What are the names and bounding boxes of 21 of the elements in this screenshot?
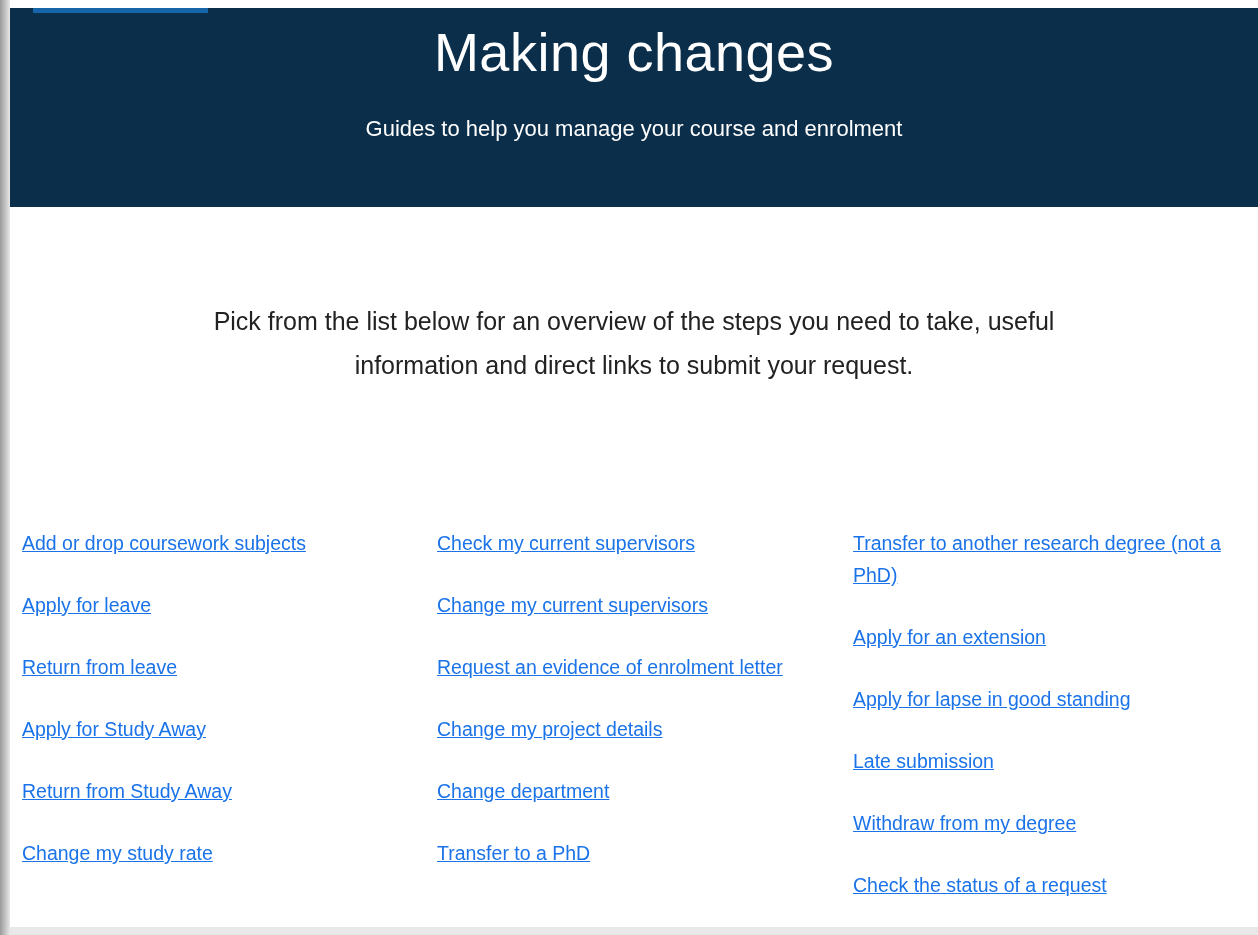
- guide-link[interactable]: Withdraw from my degree: [853, 807, 1077, 839]
- guide-link[interactable]: Return from leave: [22, 651, 177, 683]
- guide-link[interactable]: Late submission: [853, 745, 994, 777]
- guide-link[interactable]: Change my current supervisors: [437, 589, 708, 621]
- guide-link[interactable]: Request an evidence of enrolment letter: [437, 651, 783, 683]
- guide-link[interactable]: Apply for an extension: [853, 621, 1046, 653]
- guide-link[interactable]: Transfer to a PhD: [437, 837, 591, 869]
- guide-link[interactable]: Change my project details: [437, 713, 663, 745]
- guide-link[interactable]: Check my current supervisors: [437, 527, 695, 559]
- guide-link[interactable]: Change my study rate: [22, 837, 213, 869]
- guide-link[interactable]: Apply for leave: [22, 589, 151, 621]
- guide-link[interactable]: Check the status of a request: [853, 869, 1107, 901]
- guide-link[interactable]: Apply for lapse in good standing: [853, 683, 1131, 715]
- guide-link[interactable]: Apply for Study Away: [22, 713, 206, 745]
- intro-text: Pick from the list below for an overview of the steps you need to take, useful information and direct links to submit your request.: [212, 306, 1056, 381]
- page-subtitle: Guides to help you manage your course and enrolment: [365, 116, 903, 142]
- page-title: Making changes: [433, 21, 835, 84]
- guide-link[interactable]: Change department: [437, 775, 610, 807]
- guide-link[interactable]: Transfer to another research degree (not a PhD): [853, 527, 1243, 591]
- guide-link[interactable]: Add or drop coursework subjects: [22, 527, 306, 559]
- guide-link[interactable]: Return from Study Away: [22, 775, 232, 807]
